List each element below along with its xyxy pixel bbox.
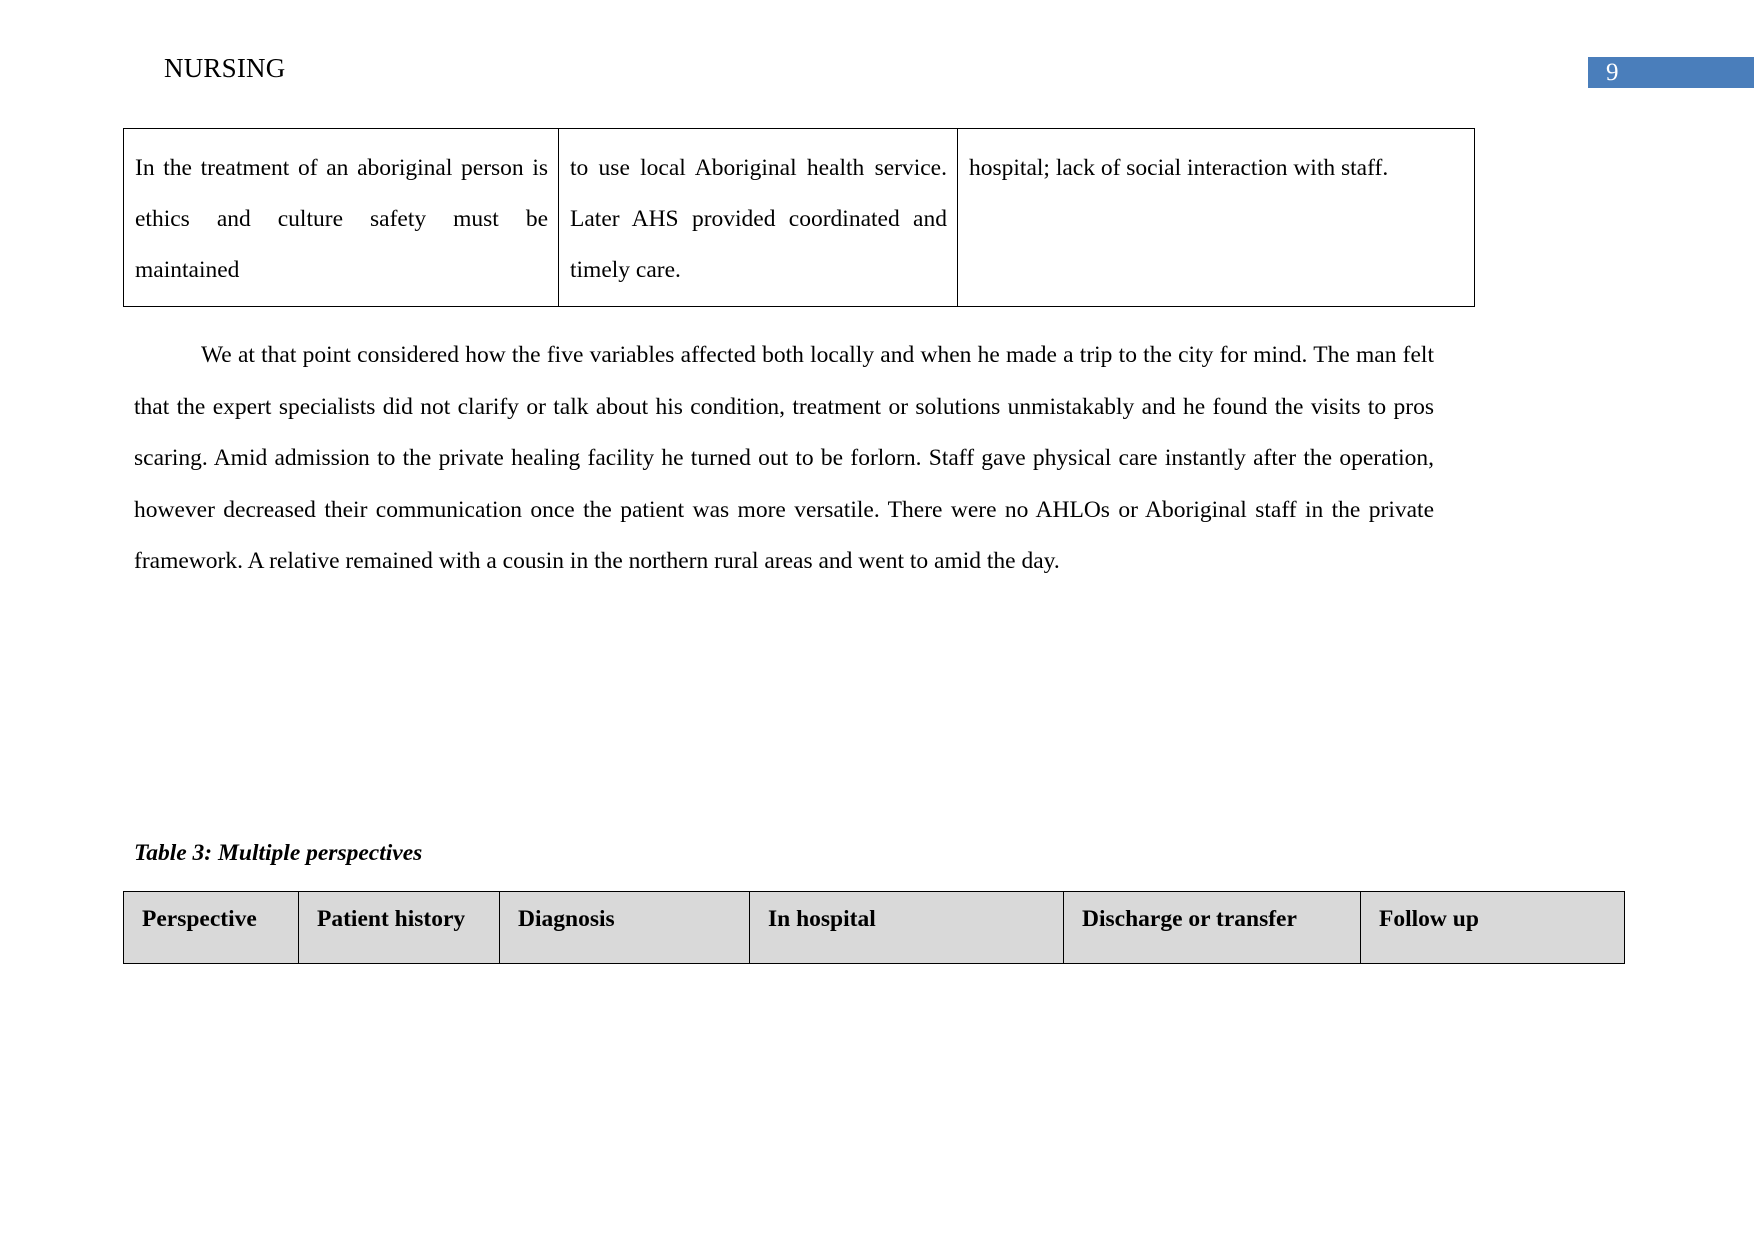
page-number-label: 9 [1606,59,1619,86]
table-three-multiple-perspectives: Perspective Patient history Diagnosis In… [123,891,1625,964]
table-header-patient-history: Patient history [298,891,500,964]
body-paragraph: We at that point considered how the five… [134,342,1434,574]
page-title: NURSING [164,53,286,83]
table-cell-treatment-ethics: In the treatment of an aboriginal person… [123,128,559,307]
table-header-follow-up: Follow up [1360,891,1625,964]
table-three-caption: Table 3: Multiple perspectives [134,840,423,866]
table-header-diagnosis: Diagnosis [499,891,750,964]
page-number-badge: 9 [1588,57,1754,88]
document-page: NURSING 9 In the treatment of an aborigi… [0,0,1754,1241]
table-header-row: Perspective Patient history Diagnosis In… [123,891,1625,964]
table-row: In the treatment of an aboriginal person… [123,128,1475,307]
document-running-header: NURSING 9 [0,44,1754,92]
table-header-discharge-or-transfer: Discharge or transfer [1063,891,1361,964]
continued-table: In the treatment of an aboriginal person… [123,128,1475,307]
table-cell-local-health-service: to use local Aboriginal health service. … [558,128,958,307]
table-header-in-hospital: In hospital [749,891,1064,964]
table-cell-social-interaction: hospital; lack of social interaction wit… [957,128,1475,307]
table-header-perspective: Perspective [123,891,299,964]
